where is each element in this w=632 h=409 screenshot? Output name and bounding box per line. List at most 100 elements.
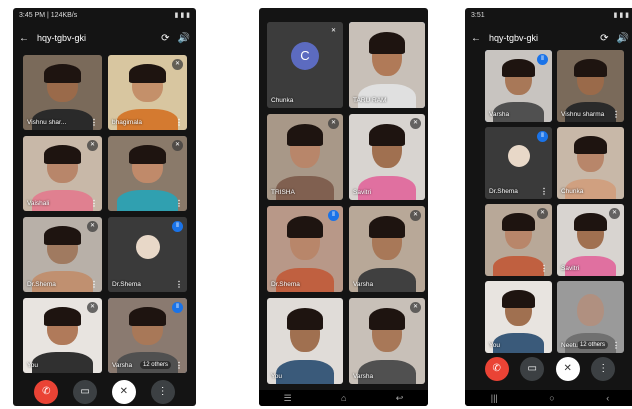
more-options-icon[interactable]: ⋮ (175, 199, 183, 208)
back-arrow-icon[interactable]: ← (471, 33, 481, 44)
participant-name: Chunka (271, 97, 294, 104)
participant-tile[interactable]: ✕ Varsha (349, 298, 425, 384)
participant-tile[interactable]: C ✕ Chunka (267, 22, 343, 108)
participant-name: Savitri (561, 265, 580, 272)
others-count-badge[interactable]: 12 others (139, 361, 171, 369)
participant-tile-self[interactable]: ✕ You (23, 298, 102, 373)
mic-off-icon: ✕ (609, 208, 620, 219)
participant-tile[interactable]: Vishnu sharma ⋮ (557, 50, 624, 122)
mic-off-icon: ✕ (87, 221, 98, 232)
participant-name: Neetu (561, 342, 579, 349)
participant-name: Vishnu sharma (561, 111, 605, 118)
recents-icon[interactable]: ||| (491, 393, 498, 403)
mic-off-icon: ✕ (537, 208, 548, 219)
speaking-indicator-icon: ⦀ (537, 131, 548, 142)
home-icon[interactable]: ○ (549, 393, 554, 403)
meeting-code[interactable]: hqy-tgbv-gki (489, 33, 592, 43)
mic-off-icon: ✕ (87, 302, 98, 313)
participant-tile[interactable]: ✕ Varsha (349, 206, 425, 292)
more-options-icon[interactable]: ⋮ (175, 280, 183, 289)
more-options-icon[interactable]: ⋮ (175, 361, 183, 370)
speaking-indicator-icon: ⦀ (537, 54, 548, 65)
avatar: C (291, 42, 319, 71)
participant-name: Vishnu shar... (27, 119, 67, 126)
mic-off-icon: ✕ (410, 302, 421, 313)
more-options-icon[interactable]: ⋮ (540, 187, 548, 196)
status-time: 3:45 PM | 124KB/s (19, 11, 78, 19)
participant-tile[interactable]: ⦀ Varsha 12 others ⋮ (108, 298, 187, 373)
back-icon[interactable]: ↩ (396, 393, 404, 404)
participant-tile[interactable]: ✕ ⋮ (485, 204, 552, 276)
participant-tile[interactable]: TARU RAM (349, 22, 425, 108)
participant-name: Varsha (112, 362, 133, 369)
call-controls: ✆ ▭ ✕ ⋮ (13, 380, 196, 404)
participant-name: You (27, 362, 38, 369)
meeting-code[interactable]: hqy-tgbv-gki (37, 33, 153, 43)
participant-tile[interactable]: Neetu 12 others ⋮ (557, 281, 624, 353)
more-options-button[interactable]: ⋮ (591, 357, 616, 381)
participant-tile[interactable]: ✕ Savitri (349, 114, 425, 200)
back-icon[interactable]: ‹ (606, 393, 609, 403)
participant-name: bhagimala (112, 119, 142, 126)
recents-icon[interactable]: ☰ (284, 393, 292, 404)
status-icons: ▮ ▮ ▮ (613, 12, 629, 19)
participant-tile[interactable]: Chunka (557, 127, 624, 199)
phone-screenshot-middle: C ✕ Chunka TARU RAM ✕ TRISHA ✕ Savitri ⦀… (259, 8, 428, 406)
participant-tile-self[interactable]: You (267, 298, 343, 384)
participant-tile-self[interactable]: You (485, 281, 552, 353)
participant-name: Dr.Shema (27, 281, 56, 288)
more-options-icon[interactable]: ⋮ (90, 280, 98, 289)
mic-off-icon: ✕ (328, 26, 339, 37)
home-icon[interactable]: ⌂ (341, 393, 346, 403)
participant-tile[interactable]: Vishnu shar... ⋮ (23, 55, 102, 130)
participant-name: Chunka (561, 188, 584, 195)
status-time: 3:51 (471, 11, 485, 19)
participant-tile[interactable]: ⦀ Dr.Shema ⋮ (485, 127, 552, 199)
mic-off-icon: ✕ (328, 118, 339, 129)
participant-name: Varsha (353, 281, 374, 288)
participant-name: TARU RAM (353, 97, 387, 104)
end-call-button[interactable]: ✆ (484, 357, 509, 381)
phone-screenshot-left: 3:45 PM | 124KB/s ▮ ▮ ▮ ← hqy-tgbv-gki ⟳… (13, 8, 196, 406)
mic-off-icon: ✕ (172, 140, 183, 151)
participant-tile[interactable]: ⦀ Dr.Shema ⋮ (108, 217, 187, 292)
participant-name: You (489, 342, 500, 349)
more-options-icon[interactable]: ⋮ (612, 341, 620, 350)
participant-tile[interactable]: ⦀ Dr.Shema (267, 206, 343, 292)
participant-tile[interactable]: ✕ Savitri (557, 204, 624, 276)
more-options-icon[interactable]: ⋮ (612, 110, 620, 119)
more-options-icon[interactable]: ⋮ (90, 118, 98, 127)
more-options-icon[interactable]: ⋮ (90, 199, 98, 208)
camera-toggle-button[interactable]: ▭ (520, 357, 545, 381)
participant-name: Dr.Shema (271, 281, 300, 288)
switch-camera-icon[interactable]: ⟳ (600, 33, 608, 44)
call-controls: ✆ ▭ ✕ ⋮ (465, 357, 632, 381)
participant-tile[interactable]: ✕ bhagimala ⋮ (108, 55, 187, 130)
more-options-icon[interactable]: ⋮ (175, 118, 183, 127)
participant-tile[interactable]: ✕ Dr.Shema ⋮ (23, 217, 102, 292)
more-options-icon[interactable]: ⋮ (540, 264, 548, 273)
mic-off-icon: ✕ (410, 210, 421, 221)
participant-name: Varsha (353, 373, 374, 380)
participant-tile[interactable]: ✕ TRISHA (267, 114, 343, 200)
meeting-header: ← hqy-tgbv-gki ⟳ 🔊 (465, 26, 632, 50)
avatar (507, 144, 530, 167)
android-nav-bar: ||| ○ ‹ (465, 390, 632, 406)
switch-camera-icon[interactable]: ⟳ (161, 33, 169, 44)
mic-toggle-button[interactable]: ✕ (555, 357, 580, 381)
back-arrow-icon[interactable]: ← (19, 33, 29, 44)
participant-tile[interactable]: ⦀ Varsha (485, 50, 552, 122)
participant-tile[interactable]: ✕ ⋮ (108, 136, 187, 211)
others-count-badge[interactable]: 12 others (576, 341, 608, 349)
end-call-button[interactable]: ✆ (34, 380, 59, 404)
participant-name: TRISHA (271, 189, 295, 196)
camera-toggle-button[interactable]: ▭ (73, 380, 98, 404)
more-options-button[interactable]: ⋮ (150, 380, 175, 404)
speaking-indicator-icon: ⦀ (172, 221, 183, 232)
participant-name: Varsha (489, 111, 510, 118)
phone-screenshot-right: 3:51 ▮ ▮ ▮ ← hqy-tgbv-gki ⟳ 🔊 ⦀ Varsha V… (465, 8, 632, 406)
participant-tile[interactable]: ✕ Vaishali ⋮ (23, 136, 102, 211)
mic-toggle-button[interactable]: ✕ (111, 380, 136, 404)
speaker-icon[interactable]: 🔊 (178, 33, 190, 44)
speaker-icon[interactable]: 🔊 (617, 33, 629, 44)
